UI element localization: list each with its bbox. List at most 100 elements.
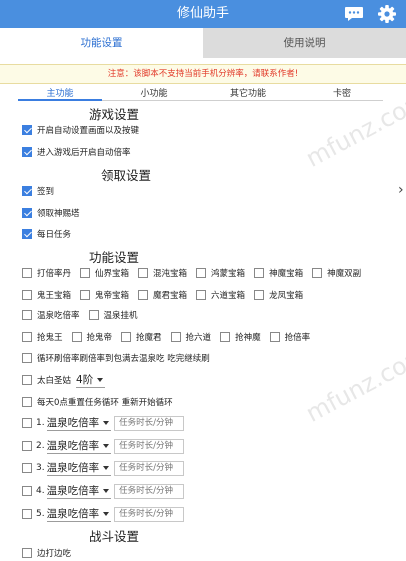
task-select[interactable]: 温泉吃倍率 bbox=[46, 507, 112, 522]
option-loop-multiplier[interactable]: 循环刷倍率刷倍率到包满去温泉吃 吃完继续刷 bbox=[22, 350, 210, 366]
resolution-warning: 注意：该脚本不支持当前手机分辨率，请联系作者! bbox=[0, 64, 406, 84]
checkbox[interactable] bbox=[170, 332, 181, 342]
subtab-other[interactable]: 其它功能 bbox=[206, 87, 290, 101]
checkbox[interactable] bbox=[22, 441, 32, 451]
option-item[interactable]: 仙界宝箱 bbox=[80, 267, 129, 279]
checkbox[interactable] bbox=[22, 268, 32, 278]
chevron-right-icon[interactable]: › bbox=[398, 182, 404, 198]
option-label: 神魔双副 bbox=[327, 269, 362, 279]
tab-instructions[interactable]: 使用说明 bbox=[203, 28, 406, 58]
checkbox[interactable] bbox=[22, 397, 32, 407]
dropdown-arrow-icon bbox=[103, 420, 110, 425]
option-label: 边打边吃 bbox=[37, 549, 72, 559]
select-value: 温泉吃倍率 bbox=[46, 485, 100, 497]
checkbox[interactable] bbox=[22, 125, 32, 135]
checkbox[interactable] bbox=[80, 268, 91, 278]
option-label: 鸿蒙宝箱 bbox=[211, 269, 246, 279]
option-item[interactable]: 魔君宝箱 bbox=[138, 289, 187, 301]
option-item[interactable]: 鬼帝宝箱 bbox=[80, 289, 129, 301]
subtab-small[interactable]: 小功能 bbox=[112, 87, 196, 101]
option-label: 鬼王宝箱 bbox=[37, 291, 72, 301]
checkbox[interactable] bbox=[71, 332, 82, 342]
checkbox[interactable] bbox=[22, 229, 32, 239]
select-value: 温泉吃倍率 bbox=[46, 417, 100, 429]
checkbox[interactable] bbox=[22, 418, 32, 428]
option-label: 抢六道 bbox=[185, 333, 212, 343]
checkbox[interactable] bbox=[196, 290, 207, 300]
option-item[interactable]: 温泉挂机 bbox=[88, 309, 138, 321]
message-button[interactable] bbox=[343, 4, 365, 24]
option-reset-task[interactable]: 每天0点重置任务循环 重新开始循环 bbox=[22, 394, 173, 410]
task-duration-input[interactable] bbox=[114, 415, 185, 431]
option-label: 太白圣姑 bbox=[37, 376, 72, 386]
option-item[interactable]: 抢鬼王 bbox=[22, 331, 63, 343]
task-duration-input[interactable] bbox=[114, 506, 185, 522]
checkbox[interactable] bbox=[22, 208, 32, 218]
dropdown-arrow-icon bbox=[97, 377, 104, 382]
select-value: 温泉吃倍率 bbox=[46, 462, 100, 474]
checkbox[interactable] bbox=[88, 310, 99, 320]
checkbox[interactable] bbox=[196, 268, 207, 278]
option-item[interactable]: 抢魔君 bbox=[121, 331, 162, 343]
slot-number: 2. bbox=[36, 441, 45, 451]
checkbox[interactable] bbox=[121, 332, 132, 342]
checkbox[interactable] bbox=[22, 509, 32, 519]
settings-button[interactable] bbox=[376, 4, 398, 24]
checkbox[interactable] bbox=[22, 353, 32, 363]
main-tabs: 功能设置 使用说明 bbox=[0, 28, 406, 58]
option-auto-screen-keys[interactable]: 开启自动设置画面以及按键 bbox=[22, 122, 139, 138]
task-select[interactable]: 温泉吃倍率 bbox=[46, 461, 112, 476]
option-item[interactable]: 抢六道 bbox=[170, 331, 212, 343]
option-item[interactable]: 鸿蒙宝箱 bbox=[196, 267, 245, 279]
option-god-tower[interactable]: 领取神赐塔 bbox=[22, 205, 80, 221]
checkbox[interactable] bbox=[220, 332, 231, 342]
checkbox[interactable] bbox=[22, 310, 32, 320]
select-value: 4阶 bbox=[76, 374, 94, 386]
task-select[interactable]: 温泉吃倍率 bbox=[46, 439, 112, 454]
option-item[interactable]: 温泉吃倍率 bbox=[22, 309, 80, 321]
option-item[interactable]: 神魔双副 bbox=[312, 267, 361, 279]
option-item[interactable]: 神魔宝箱 bbox=[254, 267, 303, 279]
checkbox[interactable] bbox=[22, 548, 32, 558]
task-select[interactable]: 温泉吃倍率 bbox=[46, 416, 112, 431]
dropdown-arrow-icon bbox=[103, 443, 110, 448]
task-select[interactable]: 温泉吃倍率 bbox=[46, 484, 112, 499]
tab-function-settings[interactable]: 功能设置 bbox=[0, 28, 203, 58]
option-auto-multiplier[interactable]: 进入游戏后开启自动倍率 bbox=[22, 144, 131, 160]
option-daily-task[interactable]: 每日任务 bbox=[22, 226, 71, 242]
checkbox[interactable] bbox=[22, 463, 32, 473]
option-item[interactable]: 抢神魔 bbox=[220, 331, 261, 343]
checkbox[interactable] bbox=[22, 147, 32, 157]
checkbox[interactable] bbox=[22, 332, 32, 342]
checkbox[interactable] bbox=[22, 290, 32, 300]
checkbox[interactable] bbox=[138, 268, 149, 278]
option-sign-in[interactable]: 签到 bbox=[22, 183, 54, 199]
option-item[interactable]: 混沌宝箱 bbox=[138, 267, 187, 279]
option-label: 龙凤宝箱 bbox=[269, 291, 304, 301]
task-slot: 3. 温泉吃倍率 bbox=[22, 460, 185, 476]
option-item[interactable]: 打倍率丹 bbox=[22, 267, 71, 279]
select-value: 温泉吃倍率 bbox=[46, 508, 100, 520]
checkbox[interactable] bbox=[80, 290, 91, 300]
checkbox[interactable] bbox=[22, 486, 32, 496]
checkbox[interactable] bbox=[254, 268, 265, 278]
subtab-card-key[interactable]: 卡密 bbox=[300, 87, 384, 101]
task-duration-input[interactable] bbox=[114, 483, 185, 499]
task-duration-input[interactable] bbox=[114, 460, 185, 476]
option-fight-eat[interactable]: 边打边吃 bbox=[22, 545, 71, 561]
option-item[interactable]: 龙凤宝箱 bbox=[254, 289, 303, 301]
checkbox[interactable] bbox=[312, 268, 323, 278]
option-item[interactable]: 鬼王宝箱 bbox=[22, 289, 71, 301]
checkbox[interactable] bbox=[138, 290, 149, 300]
option-label: 循环刷倍率刷倍率到包满去温泉吃 吃完继续刷 bbox=[37, 354, 210, 364]
checkbox[interactable] bbox=[22, 375, 32, 385]
checkbox[interactable] bbox=[254, 290, 265, 300]
checkbox[interactable] bbox=[269, 332, 280, 342]
taibai-level-select[interactable]: 4阶 bbox=[76, 373, 106, 388]
option-label: 抢神魔 bbox=[235, 333, 261, 343]
option-item[interactable]: 抢倍率 bbox=[269, 331, 310, 343]
checkbox[interactable] bbox=[22, 186, 32, 196]
option-item[interactable]: 抢鬼帝 bbox=[71, 331, 112, 343]
task-duration-input[interactable] bbox=[114, 438, 185, 454]
option-item[interactable]: 六道宝箱 bbox=[196, 289, 245, 301]
